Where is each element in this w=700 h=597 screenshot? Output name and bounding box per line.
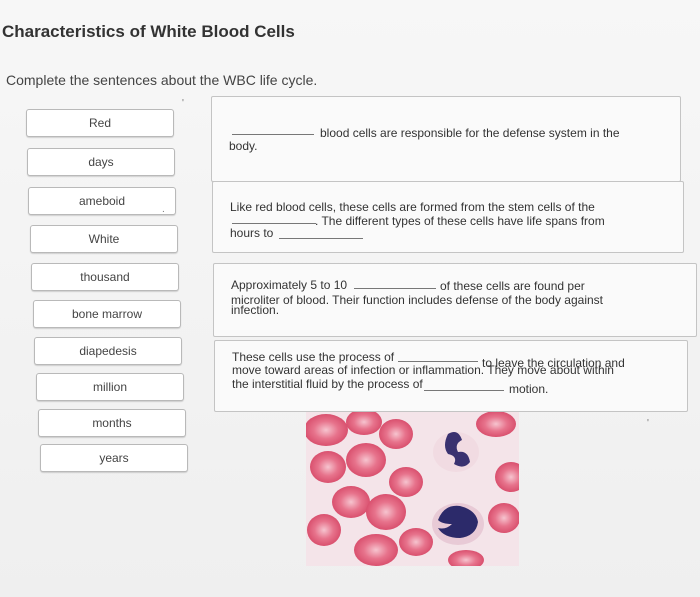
stray-mark: ' (647, 418, 649, 429)
word-chip-years[interactable]: years (40, 444, 188, 472)
stray-mark: . (162, 204, 165, 215)
stray-mark: ' (182, 98, 184, 109)
word-chip-months[interactable]: months (38, 409, 186, 437)
sentence-text: body. (229, 139, 258, 153)
sentence-card-1: blood cells are responsible for the defe… (211, 96, 681, 182)
drop-blank[interactable] (279, 227, 363, 239)
sentence-text: of these cells are found per (440, 279, 585, 293)
blood-smear-image (306, 412, 519, 566)
word-chip-million[interactable]: million (36, 373, 184, 401)
sentence-text: move toward areas of infection or inflam… (232, 363, 614, 377)
sentence-card-2: Like red blood cells, these cells are fo… (212, 181, 684, 253)
exercise-page: Characteristics of White Blood Cells Com… (0, 0, 700, 597)
instructions: Complete the sentences about the WBC lif… (6, 72, 318, 88)
word-chip-diapedesis[interactable]: diapedesis (34, 337, 182, 365)
word-chip-days[interactable]: days (27, 148, 175, 176)
page-title: Characteristics of White Blood Cells (2, 22, 295, 41)
drop-blank[interactable] (424, 379, 504, 391)
word-chip-thousand[interactable]: thousand (31, 263, 179, 291)
drop-blank[interactable] (354, 277, 436, 289)
word-chip-white[interactable]: White (30, 225, 178, 253)
drop-blank[interactable] (232, 212, 316, 224)
sentence-text: motion. (509, 382, 549, 396)
word-chip-ameboid[interactable]: ameboid (28, 187, 176, 215)
word-chip-red[interactable]: Red (26, 109, 174, 137)
drop-blank[interactable] (232, 123, 314, 135)
sentence-text: the interstitial fluid by the process of (232, 377, 423, 391)
sentence-text: infection. (231, 303, 280, 317)
sentence-card-4: These cells use the process of to leave … (214, 340, 688, 412)
word-chip-bone-marrow[interactable]: bone marrow (33, 300, 181, 328)
drop-blank[interactable] (398, 350, 478, 362)
sentence-text: microliter of blood. Their function incl… (231, 293, 603, 307)
sentence-text: blood cells are responsible for the defe… (320, 126, 620, 140)
sentence-text: Approximately 5 to 10 (231, 278, 348, 292)
sentence-card-3: Approximately 5 to 10 of these cells are… (213, 263, 697, 337)
sentence-text: hours to (230, 226, 274, 240)
